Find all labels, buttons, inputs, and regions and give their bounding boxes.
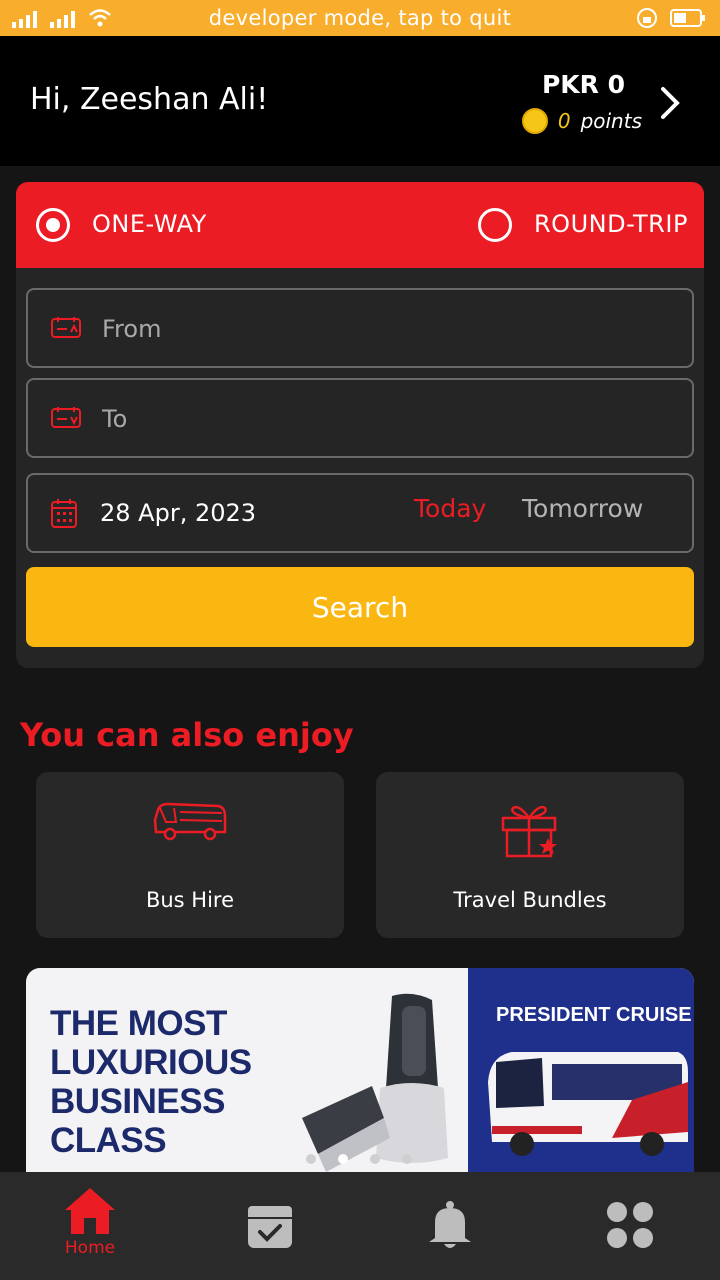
gift-icon [501,805,557,858]
travel-bundles-card[interactable]: Travel Bundles [376,772,684,938]
date-field: 28 Apr, 2023 Today Tomorrow [26,473,694,553]
from-input[interactable] [100,310,664,348]
bell-icon [429,1201,471,1248]
rotation-lock-icon [637,8,657,28]
points-row[interactable]: 0 points [521,108,642,134]
headline-line: CLASS [50,1121,167,1160]
signal-icon [12,11,37,28]
bus-icon [153,802,227,841]
carousel-dot[interactable] [370,1154,380,1164]
points-value: 0 [557,109,571,133]
status-right [636,7,706,29]
nav-home-label: Home [64,1238,116,1258]
banner-right-panel: PRESIDENT CRUISE [468,968,694,1172]
bus-image [488,1052,688,1156]
account-header: Hi, Zeeshan Ali! PKR 0 0 points [0,36,720,166]
bus-hire-card[interactable]: Bus Hire [36,772,344,938]
arrival-icon [51,407,81,428]
developer-mode-message[interactable]: developer mode, tap to quit [209,6,511,30]
points-label: points [580,109,642,133]
coin-icon [521,108,548,134]
carousel-dot-active[interactable] [338,1154,348,1164]
carousel-dot[interactable] [402,1154,412,1164]
selected-date[interactable]: 28 Apr, 2023 [100,499,256,527]
banner-headline: THE MOST LUXURIOUS BUSINESS CLASS [50,1004,252,1160]
bookings-icon [248,1206,292,1248]
from-field[interactable] [26,288,694,368]
banner-right-title: PRESIDENT CRUISE [496,1004,692,1026]
one-way-label[interactable]: ONE-WAY [92,210,207,238]
headline-line: LUXURIOUS [50,1043,252,1082]
to-field[interactable] [26,378,694,458]
carousel-dot[interactable] [306,1154,316,1164]
search-button[interactable]: Search [26,567,694,647]
departure-icon [51,317,81,338]
bottom-nav: Home [0,1172,720,1280]
headline-line: THE MOST [50,1004,227,1043]
today-option[interactable]: Today [414,494,486,523]
calendar-icon [51,499,77,528]
round-trip-label[interactable]: ROUND-TRIP [534,210,688,238]
bus-hire-label: Bus Hire [145,888,235,912]
headline-line: BUSINESS [50,1082,225,1121]
battery-icon [670,9,705,27]
status-bar[interactable]: developer mode, tap to quit [0,0,720,36]
wifi-icon [89,9,111,27]
travel-bundles-label: Travel Bundles [453,888,607,912]
to-input[interactable] [100,400,664,438]
nav-menu[interactable] [540,1172,720,1280]
nav-home[interactable]: Home [0,1172,180,1280]
nav-notifications[interactable] [360,1172,540,1280]
tomorrow-option[interactable]: Tomorrow [522,494,643,523]
signal-indicators [12,8,112,28]
signal-icon [50,11,75,28]
wallet-balance[interactable]: PKR 0 [542,70,625,99]
one-way-radio[interactable] [36,208,70,242]
trip-type-toggle: ONE-WAY ROUND-TRIP [16,182,704,268]
booking-card: ONE-WAY ROUND-TRIP From To 28 Apr, 2023 … [16,182,704,668]
nav-bookings[interactable] [180,1172,360,1280]
section-title: You can also enjoy [20,716,354,754]
chevron-right-icon[interactable] [660,86,680,120]
greeting-text: Hi, Zeeshan Ali! [30,82,269,117]
carousel-dots [306,1154,412,1164]
seat-image [302,993,448,1172]
home-icon [65,1188,115,1234]
round-trip-radio[interactable] [478,208,512,242]
promo-banner[interactable]: THE MOST LUXURIOUS BUSINESS CLASS PRESID… [26,968,694,1172]
menu-grid-icon [607,1202,653,1248]
